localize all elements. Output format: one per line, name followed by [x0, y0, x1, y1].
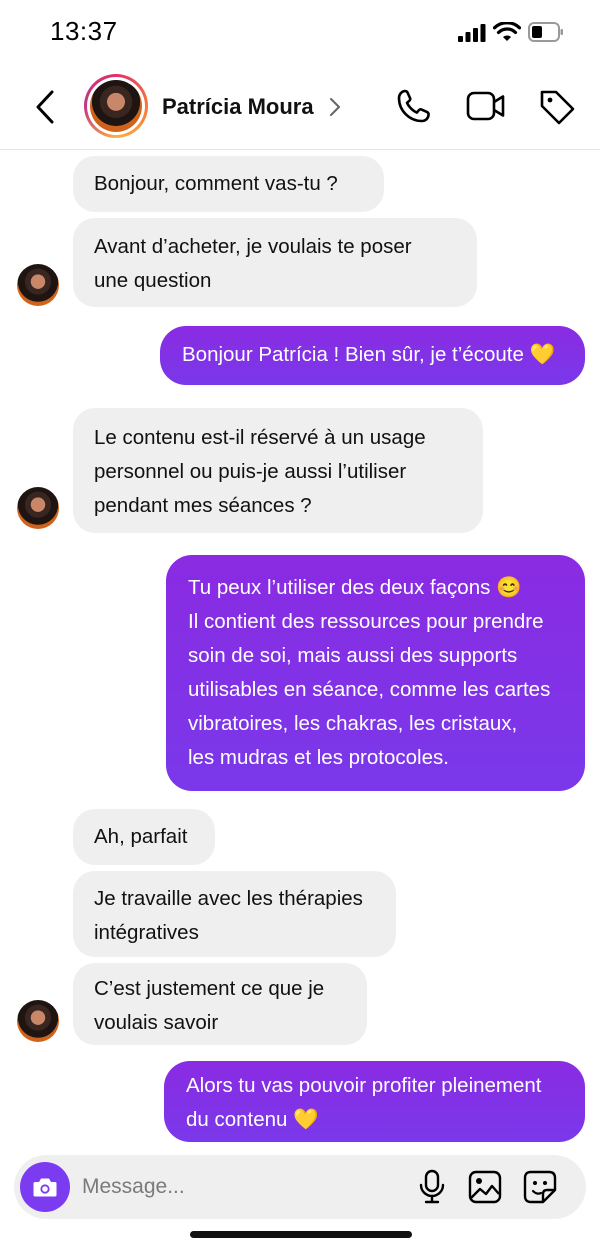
message-bubble-incoming[interactable]: Ah, parfait: [73, 809, 215, 865]
sender-avatar[interactable]: [17, 264, 59, 306]
message-bubble-incoming[interactable]: Je travaille avec les thérapies intégrat…: [73, 871, 396, 957]
sender-avatar[interactable]: [17, 1000, 59, 1042]
contact-name[interactable]: Patrícia Moura: [162, 94, 314, 120]
camera-icon: [33, 1178, 57, 1197]
phone-icon[interactable]: [396, 88, 432, 124]
message-bubble-incoming[interactable]: C’est justement ce que je voulais savoir: [73, 963, 367, 1045]
chat-header: Patrícia Moura: [0, 64, 600, 150]
message-text: Tu peux l’utiliser des deux façons: [188, 576, 491, 599]
status-bar: 13:37: [0, 0, 600, 64]
avatar-photo: [90, 80, 142, 132]
message-text: Avant d’acheter, je voulais te poser une…: [94, 235, 412, 292]
status-time: 13:37: [50, 16, 118, 46]
message-text: Le contenu est-il réservé à un usage per…: [94, 426, 426, 517]
microphone-icon[interactable]: [418, 1169, 446, 1205]
battery-icon: [528, 22, 563, 42]
yellow-heart-emoji: 💛: [293, 1108, 319, 1131]
message-text: Ah, parfait: [94, 825, 188, 848]
message-bubble-outgoing[interactable]: Bonjour Patrícia ! Bien sûr, je t’écoute…: [160, 326, 585, 385]
message-bubble-incoming[interactable]: Bonjour, comment vas-tu ?: [73, 156, 384, 212]
message-text: Bonjour, comment vas-tu ?: [94, 172, 338, 195]
gallery-icon[interactable]: [468, 1170, 502, 1204]
camera-button[interactable]: [20, 1162, 70, 1212]
tag-icon[interactable]: [538, 88, 576, 126]
video-camera-icon[interactable]: [466, 90, 506, 122]
home-indicator[interactable]: [190, 1231, 412, 1238]
message-input[interactable]: [82, 1173, 392, 1201]
message-composer: [14, 1155, 586, 1219]
chevron-right-icon: [330, 98, 340, 116]
message-text: C’est justement ce que je voulais savoir: [94, 977, 325, 1034]
message-text: Je travaille avec les thérapies intégrat…: [94, 887, 363, 944]
contact-avatar[interactable]: [84, 74, 148, 138]
message-text: Alors tu vas pouvoir profiter pleinement…: [186, 1074, 542, 1131]
message-text: Bonjour Patrícia ! Bien sûr, je t’écoute: [182, 343, 524, 366]
message-bubble-outgoing[interactable]: Tu peux l’utiliser des deux façons 😊 Il …: [166, 555, 585, 791]
message-bubble-outgoing[interactable]: Alors tu vas pouvoir profiter pleinement…: [164, 1061, 585, 1142]
smiling-face-emoji: 😊: [496, 576, 522, 599]
yellow-heart-emoji: 💛: [529, 343, 556, 366]
message-bubble-incoming[interactable]: Avant d’acheter, je voulais te poser une…: [73, 218, 477, 307]
wifi-icon: [493, 22, 521, 41]
back-icon[interactable]: [30, 88, 60, 126]
cellular-signal-icon: [458, 24, 486, 42]
sticker-icon[interactable]: [523, 1170, 557, 1204]
message-text: Il contient des ressources pour prendre …: [188, 610, 551, 769]
sender-avatar[interactable]: [17, 487, 59, 529]
message-bubble-incoming[interactable]: Le contenu est-il réservé à un usage per…: [73, 408, 483, 533]
